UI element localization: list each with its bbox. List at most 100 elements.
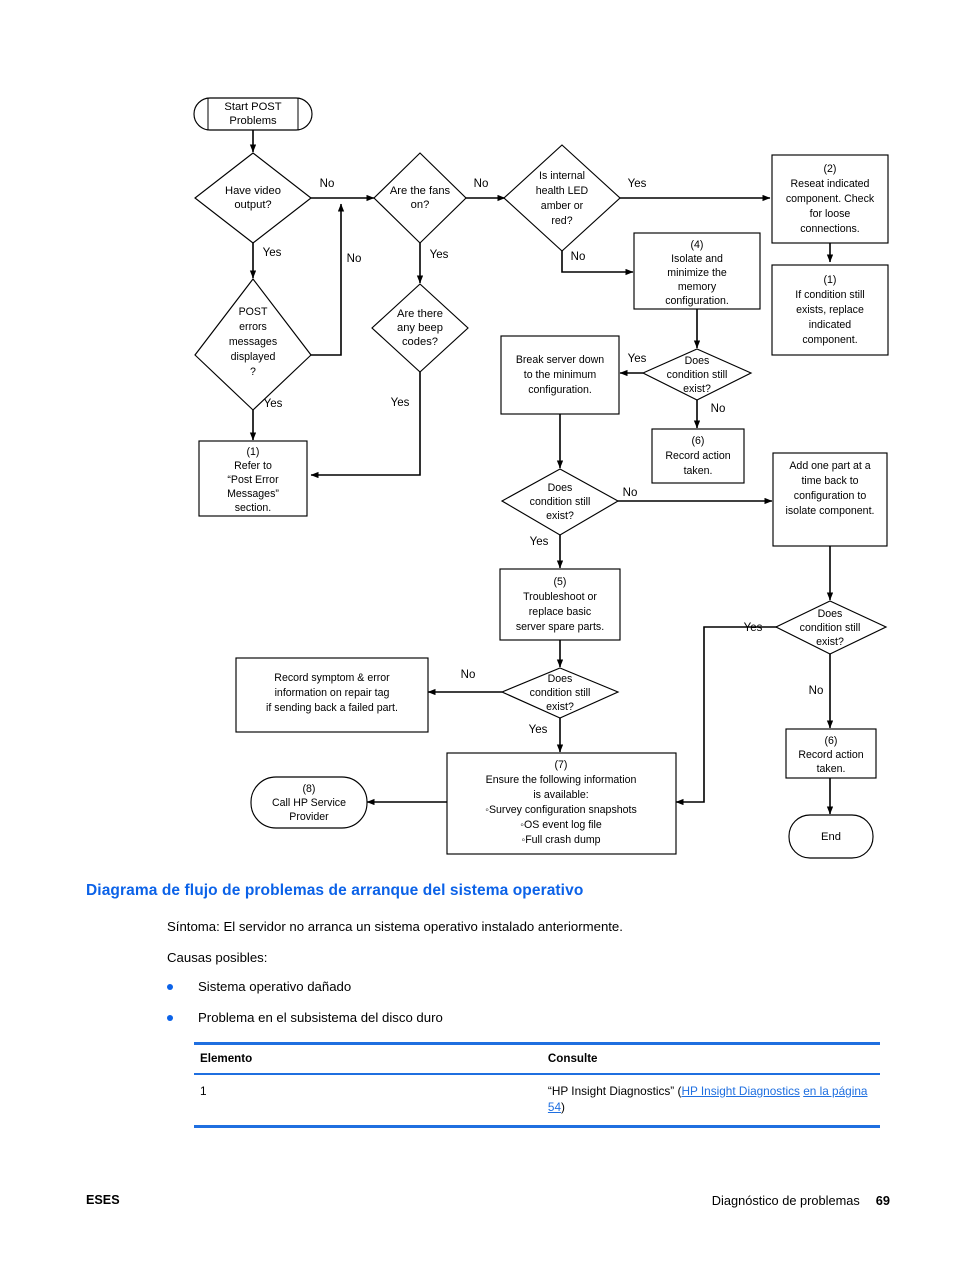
flow-node-cond4-line3: exist?: [816, 636, 844, 648]
reference-table: Elemento Consulte 1 “HP Insight Diagnost…: [194, 1042, 880, 1129]
flow-node-fans-line1: Are the fans: [390, 185, 451, 197]
flow-node-refer-line2: Refer to: [234, 460, 272, 472]
flow-node-reseat-line2: Reseat indicated: [791, 178, 870, 190]
flow-node-add-one-part: Add one part at a time back to configura…: [772, 452, 888, 547]
flow-node-troubleshoot-spare-parts: (5) Troubleshoot or replace basic server…: [499, 568, 621, 641]
flow-node-post-errors: POST errors messages displayed ?: [194, 278, 312, 411]
flow-node-led-line4: red?: [551, 215, 572, 227]
flow-node-addpart-line1: Add one part at a: [789, 460, 870, 472]
flow-node-end: End: [788, 814, 874, 859]
flow-node-isolate-line1: (4): [691, 239, 704, 251]
flow-node-led-line3: amber or: [541, 200, 584, 212]
flow-node-symptom-line1: Record symptom & error: [274, 672, 390, 684]
flow-node-replace-line3: exists, replace: [796, 304, 864, 316]
list-item: Problema en el subsistema del disco duro: [167, 1010, 887, 1025]
flow-node-refer-line3: “Post Error: [227, 474, 279, 486]
flow-node-record-b-line3: taken.: [817, 763, 846, 775]
edge-label-post-yes: Yes: [264, 398, 283, 410]
flow-node-break-line3: configuration.: [528, 384, 592, 396]
table-row: 1 “HP Insight Diagnostics” (HP Insight D…: [194, 1075, 880, 1126]
flow-node-condition-2: Does condition still exist?: [500, 468, 620, 536]
flow-node-ensure-line5: ◦OS event log file: [520, 819, 602, 831]
flow-node-trouble-line2: Troubleshoot or: [523, 591, 597, 603]
consulte-suffix: ): [561, 1100, 565, 1115]
flow-node-condition-1: Does condition still exist?: [641, 348, 753, 401]
flow-node-addpart-line4: isolate component.: [786, 505, 875, 517]
edge-label-cond4-no: No: [809, 685, 824, 697]
flow-node-addpart-line2: time back to: [801, 475, 858, 487]
flow-node-beep-line2: any beep: [397, 322, 443, 334]
flow-node-refer-post-error-messages: (1) Refer to “Post Error Messages” secti…: [198, 440, 308, 517]
flow-node-record-b-line2: Record action: [798, 749, 863, 761]
flow-node-replace-line1: (1): [824, 274, 837, 286]
flow-node-break-line2: to the minimum: [524, 369, 597, 381]
table-header-row: Elemento Consulte: [194, 1045, 880, 1073]
flow-node-callhp-line1: (8): [303, 783, 316, 795]
flow-node-trouble-line4: server spare parts.: [516, 621, 604, 633]
footer-chapter: Diagnóstico de problemas 69: [712, 1193, 890, 1208]
table-cell-elemento: 1: [200, 1083, 207, 1098]
flow-node-isolate-line5: configuration.: [665, 295, 729, 307]
flow-node-record-a-line2: Record action: [665, 450, 730, 462]
flow-node-reseat-component: (2) Reseat indicated component. Check fo…: [771, 154, 889, 244]
edge-label-video-no: No: [320, 178, 335, 190]
flow-node-health-led: Is internal health LED amber or red?: [503, 144, 621, 252]
edge-label-post-no: No: [347, 253, 362, 265]
flow-node-ensure-information: (7) Ensure the following information is …: [446, 752, 677, 855]
edge-label-led-no: No: [571, 251, 586, 263]
flow-node-break-server-down: Break server down to the minimum configu…: [500, 335, 620, 415]
edge-label-cond3-no: No: [461, 669, 476, 681]
flow-node-start: Start POST Problems: [193, 97, 313, 131]
flow-node-record-action-b: (6) Record action taken.: [785, 728, 877, 779]
flow-node-post-errors-line2: errors: [239, 321, 267, 333]
bullet-dot-icon: [167, 1015, 173, 1021]
flow-node-cond2-line1: Does: [548, 482, 573, 494]
list-item: Sistema operativo dañado: [167, 979, 887, 994]
flow-node-beep-line1: Are there: [397, 308, 443, 320]
causes-label: Causas posibles:: [167, 950, 268, 965]
flow-node-isolate-line2: Isolate and: [671, 253, 723, 265]
flow-node-break-line1: Break server down: [516, 354, 604, 366]
flow-node-trouble-line1: (5): [554, 576, 567, 588]
flow-node-condition-3: Does condition still exist?: [500, 667, 620, 719]
flow-node-cond2-line2: condition still: [530, 496, 591, 508]
flow-node-call-hp-service: (8) Call HP Service Provider: [250, 776, 368, 829]
flow-node-reseat-line1: (2): [824, 163, 837, 175]
flow-node-symptom-line3: if sending back a failed part.: [266, 702, 398, 714]
flow-node-refer-line1: (1): [247, 446, 260, 458]
flow-node-have-video-output: Have video output?: [194, 152, 312, 244]
flow-node-end-label: End: [821, 831, 841, 843]
edge-label-beep-yes: Yes: [391, 397, 410, 409]
flow-node-ensure-line2: Ensure the following information: [486, 774, 637, 786]
edge-label-cond2-yes: Yes: [530, 536, 549, 548]
flow-node-isolate-memory: (4) Isolate and minimize the memory conf…: [633, 232, 761, 310]
flow-node-replace-line4: indicated: [809, 319, 852, 331]
flow-node-record-a-line1: (6): [692, 435, 705, 447]
consulte-prefix: “HP Insight Diagnostics” (: [547, 1083, 682, 1098]
flow-node-post-errors-line3: messages: [229, 336, 277, 348]
edge-label-fans-no: No: [474, 178, 489, 190]
flow-node-ensure-line3: is available:: [533, 789, 588, 801]
flow-node-have-video-line2: output?: [234, 199, 271, 211]
table-header-elemento: Elemento: [200, 1052, 253, 1065]
post-problems-flowchart: No Yes No Yes No Yes Yes Yes No Yes No N…: [0, 0, 954, 880]
flow-node-led-line2: health LED: [536, 185, 589, 197]
flow-node-led-line1: Is internal: [539, 170, 585, 182]
flow-node-cond4-line2: condition still: [800, 622, 861, 634]
link-hp-insight-diagnostics[interactable]: HP Insight Diagnostics: [681, 1084, 799, 1098]
section-heading: Diagrama de flujo de problemas de arranq…: [86, 882, 584, 899]
flow-node-ensure-line4: ◦Survey configuration snapshots: [485, 804, 637, 816]
symptom-paragraph: Síntoma: El servidor no arranca un siste…: [167, 919, 623, 934]
flow-node-replace-indicated-component: (1) If condition still exists, replace i…: [771, 264, 889, 356]
flow-node-refer-line4: Messages”: [227, 488, 279, 500]
flow-node-fans-line2: on?: [411, 199, 430, 211]
table-cell-consulte: “HP Insight Diagnostics” (HP Insight Dia…: [542, 1075, 880, 1126]
flow-node-record-b-line1: (6): [825, 735, 838, 747]
flow-node-symptom-line2: information on repair tag: [275, 687, 390, 699]
flow-node-are-fans-on: Are the fans on?: [373, 152, 467, 244]
edge-label-cond3-yes: Yes: [529, 724, 548, 736]
table-header-consulte: Consulte: [547, 1052, 598, 1065]
list-item-label: Sistema operativo dañado: [198, 979, 352, 994]
footer-locale: ESES: [86, 1193, 120, 1207]
list-item-label: Problema en el subsistema del disco duro: [198, 1010, 443, 1025]
